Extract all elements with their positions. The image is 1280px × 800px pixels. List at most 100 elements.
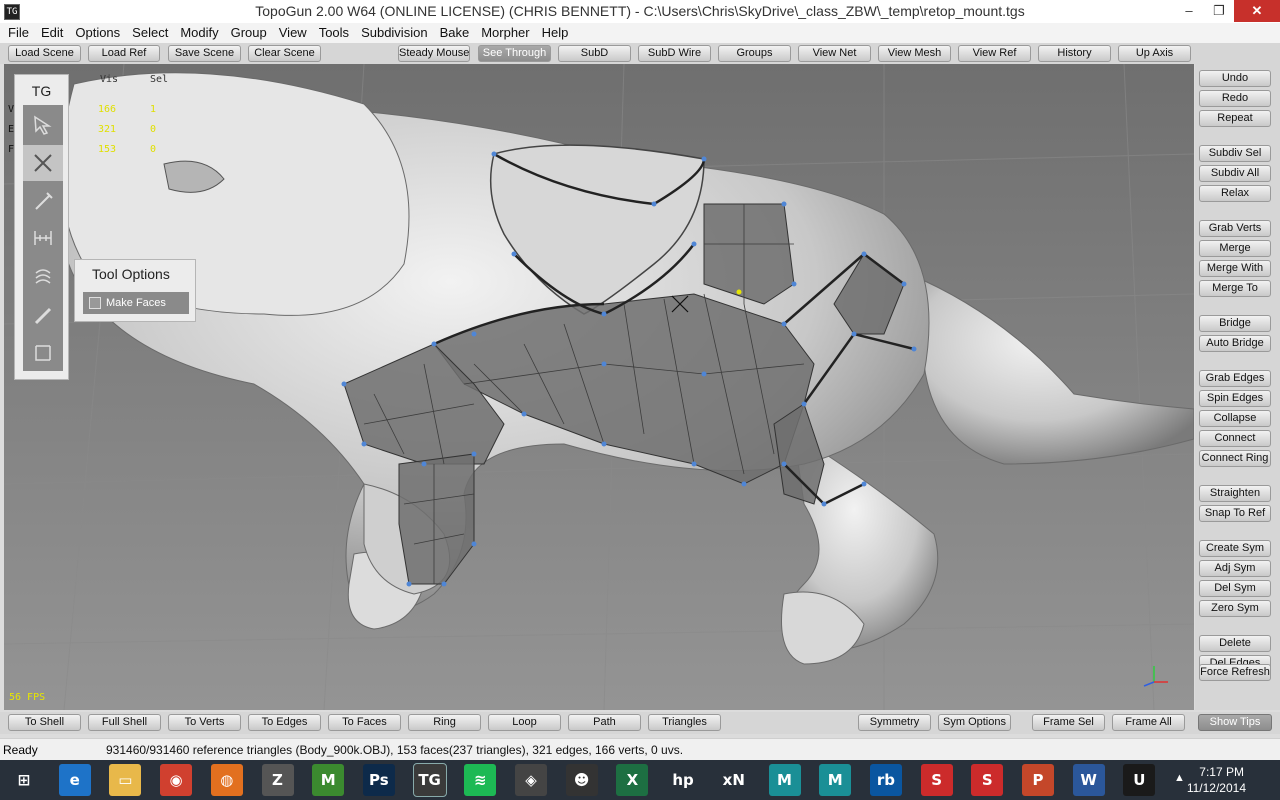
substance-designer-icon[interactable]: S bbox=[920, 764, 953, 796]
subd-button[interactable]: SubD bbox=[558, 45, 631, 62]
chrome-icon[interactable]: ◉ bbox=[160, 764, 193, 796]
maya-lt-icon[interactable]: M bbox=[768, 764, 801, 796]
collapse-button[interactable]: Collapse bbox=[1199, 410, 1271, 427]
redo-button[interactable]: Redo bbox=[1199, 90, 1271, 107]
adj-sym-button[interactable]: Adj Sym bbox=[1199, 560, 1271, 577]
clock-time[interactable]: 7:17 PM bbox=[1199, 765, 1244, 779]
bridge-tool-button[interactable] bbox=[23, 220, 63, 256]
unreal-icon[interactable]: U bbox=[1123, 764, 1156, 796]
menu-edit[interactable]: Edit bbox=[35, 23, 69, 43]
to-verts-button[interactable]: To Verts bbox=[168, 714, 241, 731]
xnormal-icon[interactable]: ☻ bbox=[565, 764, 598, 796]
up-axis-button[interactable]: Up Axis bbox=[1118, 45, 1191, 62]
hp-icon[interactable]: hp bbox=[667, 764, 700, 796]
straighten-button[interactable]: Straighten bbox=[1199, 485, 1271, 502]
restore-button[interactable]: ❐ bbox=[1204, 0, 1234, 22]
show-tips-button[interactable]: Show Tips bbox=[1198, 714, 1272, 731]
snap-to-ref-button[interactable]: Snap To Ref bbox=[1199, 505, 1271, 522]
clock-date[interactable]: 11/12/2014 bbox=[1187, 781, 1246, 795]
zbrush-icon[interactable]: Z bbox=[261, 764, 294, 796]
topogun-icon[interactable]: TG bbox=[412, 763, 447, 797]
menu-options[interactable]: Options bbox=[69, 23, 126, 43]
connect-ring-button[interactable]: Connect Ring bbox=[1199, 450, 1271, 467]
create-sym-button[interactable]: Create Sym bbox=[1199, 540, 1271, 557]
draw-tool-button[interactable] bbox=[23, 183, 63, 219]
connect-button[interactable]: Connect bbox=[1199, 430, 1271, 447]
menu-view[interactable]: View bbox=[273, 23, 313, 43]
tubes-tool-button[interactable] bbox=[23, 297, 63, 333]
view-ref-button[interactable]: View Ref bbox=[958, 45, 1031, 62]
zero-sym-button[interactable]: Zero Sym bbox=[1199, 600, 1271, 617]
menu-bake[interactable]: Bake bbox=[434, 23, 476, 43]
excel-icon[interactable]: X bbox=[616, 764, 649, 796]
undo-button[interactable]: Undo bbox=[1199, 70, 1271, 87]
menu-file[interactable]: File bbox=[2, 23, 35, 43]
to-shell-button[interactable]: To Shell bbox=[8, 714, 81, 731]
see-through-button[interactable]: See Through bbox=[478, 45, 551, 62]
edit-tool-button[interactable] bbox=[23, 145, 63, 181]
ring-button[interactable]: Ring bbox=[408, 714, 481, 731]
merge-button[interactable]: Merge bbox=[1199, 240, 1271, 257]
word-icon[interactable]: W bbox=[1072, 764, 1105, 796]
steady-mouse-button[interactable]: Steady Mouse bbox=[398, 45, 470, 62]
subdiv-sel-button[interactable]: Subdiv Sel bbox=[1199, 145, 1271, 162]
save-scene-button[interactable]: Save Scene bbox=[168, 45, 241, 62]
del-sym-button[interactable]: Del Sym bbox=[1199, 580, 1271, 597]
menu-modify[interactable]: Modify bbox=[174, 23, 224, 43]
to-faces-button[interactable]: To Faces bbox=[328, 714, 401, 731]
photoshop-icon[interactable]: Ps bbox=[362, 764, 395, 796]
substance-painter-icon[interactable]: S bbox=[971, 764, 1004, 796]
view-net-button[interactable]: View Net bbox=[798, 45, 871, 62]
close-button[interactable]: ✕ bbox=[1234, 0, 1280, 22]
loop-button[interactable]: Loop bbox=[488, 714, 561, 731]
auto-bridge-button[interactable]: Auto Bridge bbox=[1199, 335, 1271, 352]
repeat-button[interactable]: Repeat bbox=[1199, 110, 1271, 127]
viewport-3d[interactable] bbox=[4, 64, 1194, 710]
clear-scene-button[interactable]: Clear Scene bbox=[248, 45, 321, 62]
load-scene-button[interactable]: Load Scene bbox=[8, 45, 81, 62]
symmetry-button[interactable]: Symmetry bbox=[858, 714, 931, 731]
force-refresh-button[interactable]: Force Refresh bbox=[1199, 664, 1271, 681]
file-explorer-icon[interactable]: ▭ bbox=[109, 764, 142, 796]
subdiv-all-button[interactable]: Subdiv All bbox=[1199, 165, 1271, 182]
firefox-icon[interactable]: ◍ bbox=[210, 764, 243, 796]
minimize-button[interactable]: ‒ bbox=[1174, 0, 1204, 22]
frame-sel-button[interactable]: Frame Sel bbox=[1032, 714, 1105, 731]
menu-tools[interactable]: Tools bbox=[313, 23, 355, 43]
load-ref-button[interactable]: Load Ref bbox=[88, 45, 160, 62]
make-faces-checkbox[interactable] bbox=[89, 297, 101, 309]
bridge-button[interactable]: Bridge bbox=[1199, 315, 1271, 332]
triangles-button[interactable]: Triangles bbox=[648, 714, 721, 731]
start-icon[interactable]: ⊞ bbox=[8, 764, 40, 796]
measure-tool-button[interactable] bbox=[23, 335, 63, 371]
internet-explorer-icon[interactable]: e bbox=[58, 764, 91, 796]
maya-icon[interactable]: M bbox=[819, 764, 852, 796]
frame-all-button[interactable]: Frame All bbox=[1112, 714, 1185, 731]
path-button[interactable]: Path bbox=[568, 714, 641, 731]
unity-icon[interactable]: ◈ bbox=[515, 764, 547, 796]
menu-subdivision[interactable]: Subdivision bbox=[355, 23, 434, 43]
view-mesh-button[interactable]: View Mesh bbox=[878, 45, 951, 62]
grab-verts-button[interactable]: Grab Verts bbox=[1199, 220, 1271, 237]
relax-button[interactable]: Relax bbox=[1199, 185, 1271, 202]
powerpoint-icon[interactable]: P bbox=[1022, 764, 1054, 796]
full-shell-button[interactable]: Full Shell bbox=[88, 714, 161, 731]
sym-options-button[interactable]: Sym Options bbox=[938, 714, 1011, 731]
menu-help[interactable]: Help bbox=[536, 23, 575, 43]
groups-button[interactable]: Groups bbox=[718, 45, 791, 62]
grab-edges-button[interactable]: Grab Edges bbox=[1199, 370, 1271, 387]
merge-to-button[interactable]: Merge To bbox=[1199, 280, 1271, 297]
menu-group[interactable]: Group bbox=[225, 23, 273, 43]
mudbox-icon[interactable]: M bbox=[312, 764, 345, 796]
history-button[interactable]: History bbox=[1038, 45, 1111, 62]
brush-tool-button[interactable] bbox=[23, 258, 63, 294]
xnview-icon[interactable]: xN bbox=[717, 764, 750, 796]
tray-chevron-icon[interactable]: ▲ bbox=[1174, 772, 1185, 784]
delete-button[interactable]: Delete bbox=[1199, 635, 1271, 652]
spotify-icon[interactable]: ≋ bbox=[464, 764, 497, 796]
merge-with-button[interactable]: Merge With bbox=[1199, 260, 1271, 277]
select-tool-button[interactable] bbox=[23, 107, 63, 143]
menu-select[interactable]: Select bbox=[126, 23, 174, 43]
rb-icon[interactable]: rb bbox=[869, 764, 902, 796]
spin-edges-button[interactable]: Spin Edges bbox=[1199, 390, 1271, 407]
